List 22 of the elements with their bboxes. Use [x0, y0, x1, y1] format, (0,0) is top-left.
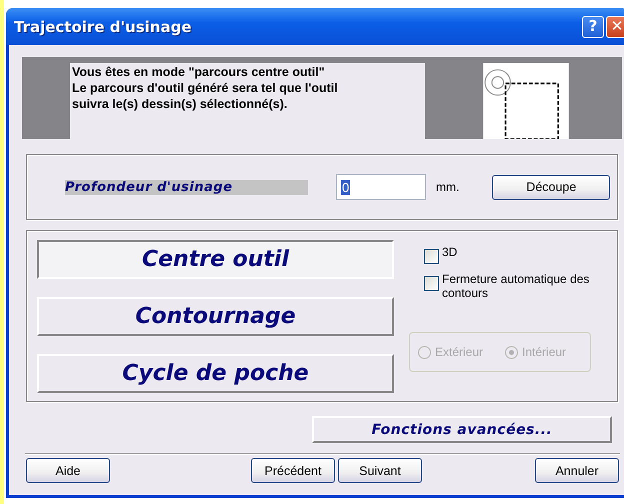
checkbox-label: 3D [442, 245, 458, 259]
mode-button[interactable]: Contournage [37, 297, 394, 336]
window-title: Trajectoire d'usinage [14, 18, 192, 36]
nav-button[interactable]: Précédent [251, 458, 335, 483]
depth-field[interactable]: 0 [336, 174, 426, 200]
info-text: Vous êtes en mode "parcours centre outil" Le parcours d'outil généré sera tel que l'outil suivra le(s) dessin(s) sélectionné(s). [70, 63, 425, 139]
help-button[interactable]: ? [582, 16, 604, 38]
unit-label: mm. [436, 180, 460, 194]
depth-label: Profondeur d'usinage [65, 180, 308, 194]
advanced-functions-button[interactable]: Fonctions avancées... [312, 416, 612, 443]
radio-label: Extérieur [435, 345, 484, 359]
close-button[interactable]: ✕ [606, 16, 624, 38]
cut-button[interactable]: Découpe [492, 174, 610, 200]
radio-label: Intérieur [522, 345, 566, 359]
checkbox[interactable] [424, 276, 439, 291]
help-text-button[interactable]: Aide [26, 458, 110, 483]
checkbox[interactable] [424, 249, 439, 264]
mode-button[interactable]: Centre outil [37, 240, 394, 279]
checkbox-label: Fermeture automatique des contours [442, 272, 590, 300]
cancel-button[interactable]: Annuler [535, 458, 619, 483]
nav-button[interactable]: Suivant [338, 458, 422, 483]
mode-button[interactable]: Cycle de poche [37, 354, 394, 393]
